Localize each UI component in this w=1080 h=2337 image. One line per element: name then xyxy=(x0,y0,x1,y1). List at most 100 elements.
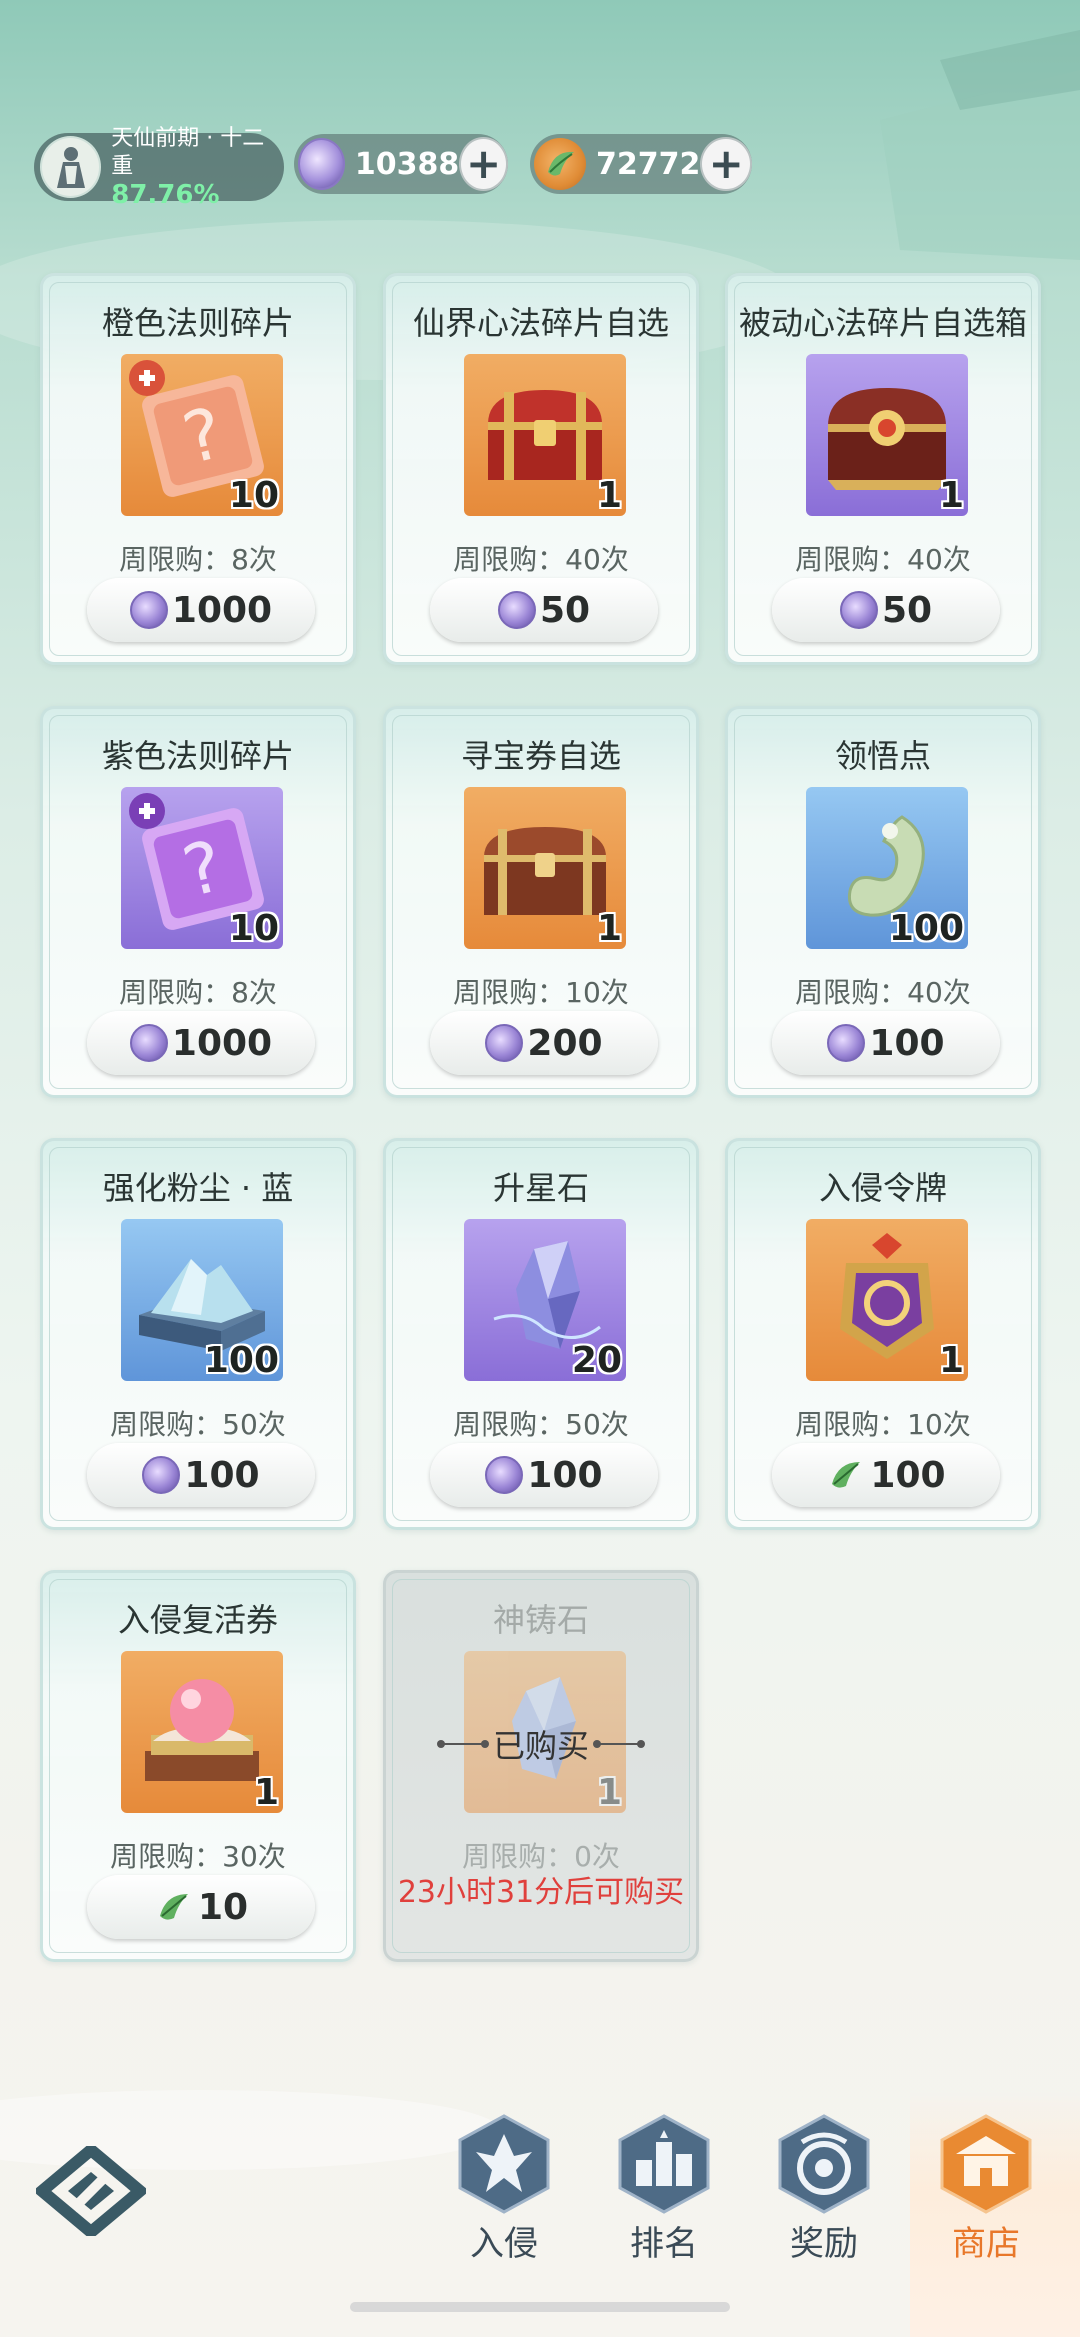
item-count: 10 xyxy=(228,475,279,516)
nav-reward[interactable]: 奖励 xyxy=(764,2112,884,2265)
nav-label: 入侵 xyxy=(470,2224,538,2264)
gem-amount: 10388 xyxy=(354,146,460,182)
menu-toggle-icon[interactable] xyxy=(32,2142,150,2240)
shop-item-card[interactable]: 寻宝券自选 1 周限购：10次 200 xyxy=(383,706,699,1098)
weekly-limit: 周限购：50次 xyxy=(453,1408,629,1441)
item-name: 橙色法则碎片 xyxy=(101,304,294,342)
add-gem-button[interactable]: + xyxy=(459,137,508,191)
shop-item-card[interactable]: 入侵令牌 1 周限购：10次 100 xyxy=(725,1138,1041,1530)
item-count: 1 xyxy=(596,475,622,516)
reward-icon xyxy=(772,2112,876,2216)
buy-button[interactable]: 1000 xyxy=(87,1011,315,1075)
buy-button[interactable]: 1000 xyxy=(87,578,315,642)
invasion-icon xyxy=(452,2112,556,2216)
sold-out-text: 已购买 xyxy=(492,1727,589,1765)
add-leaf-button[interactable]: + xyxy=(700,137,752,191)
buy-button[interactable]: 100 xyxy=(772,1443,1000,1507)
jade-pendant-icon: 100 xyxy=(806,787,968,949)
weekly-limit: 周限购：40次 xyxy=(795,976,971,1009)
nav-invasion[interactable]: 入侵 xyxy=(444,2112,564,2265)
price-value: 1000 xyxy=(171,1022,273,1064)
shop-item-card[interactable]: 领悟点 100 周限购：40次 100 xyxy=(725,706,1041,1098)
price-value: 100 xyxy=(870,1454,946,1496)
spirit-gem-icon xyxy=(485,1456,524,1494)
item-name: 紫色法则碎片 xyxy=(101,737,294,775)
spirit-gem-icon xyxy=(485,1024,524,1062)
realm-badge[interactable]: 天仙前期 · 十二重 87.76% xyxy=(34,126,284,209)
restock-timer: 23小时31分后可购买 xyxy=(397,1875,685,1910)
item-count: 10 xyxy=(228,908,279,949)
shop-icon xyxy=(934,2112,1038,2216)
weekly-limit: 周限购：0次 xyxy=(462,1840,620,1873)
shop-item-card[interactable]: 仙界心法碎片自选 1 周限购：40次 50 xyxy=(383,273,699,665)
home-indicator xyxy=(350,2302,730,2312)
realm-progress: 87.76% xyxy=(111,180,220,210)
spirit-gem-icon xyxy=(839,591,878,629)
weekly-limit: 周限购：10次 xyxy=(795,1408,971,1441)
buy-button[interactable]: 10 xyxy=(87,1875,315,1939)
nav-label: 奖励 xyxy=(790,2224,858,2264)
buy-button[interactable]: 50 xyxy=(772,578,1000,642)
dust-box-icon: 100 xyxy=(121,1219,283,1381)
price-value: 200 xyxy=(527,1022,603,1064)
item-name: 神铸石 xyxy=(492,1601,589,1639)
buy-button[interactable]: 100 xyxy=(430,1443,658,1507)
sold-line-right xyxy=(593,1740,645,1748)
item-count: 1 xyxy=(596,908,622,949)
spirit-gem-icon xyxy=(497,591,536,629)
revive-orb-icon: 1 xyxy=(121,1651,283,1813)
item-name: 寻宝券自选 xyxy=(460,737,621,775)
weekly-limit: 周限购：8次 xyxy=(119,543,277,576)
shop-item-card[interactable]: 入侵复活券 1 周限购：30次 10 xyxy=(40,1570,356,1962)
wooden-chest-icon: 1 xyxy=(464,787,626,949)
gem-currency: 10388 + xyxy=(294,134,508,194)
item-count: 1 xyxy=(253,1772,279,1813)
buy-button[interactable]: 200 xyxy=(430,1011,658,1075)
jade-leaf-icon xyxy=(534,138,586,190)
shop-item-card[interactable]: 升星石 20 周限购：50次 100 xyxy=(383,1138,699,1530)
weekly-limit: 周限购：30次 xyxy=(110,1840,286,1873)
nav-label: 商店 xyxy=(952,2224,1020,2264)
sold-line-left xyxy=(436,1740,489,1748)
nav-ranking[interactable]: 排名 xyxy=(604,2112,724,2265)
weekly-limit: 周限购：8次 xyxy=(119,976,277,1009)
weekly-limit: 周限购：50次 xyxy=(110,1408,286,1441)
red-treasure-chest-icon: 1 xyxy=(464,354,626,516)
shop-item-card[interactable]: 被动心法碎片自选箱 1 周限购：40次 50 xyxy=(725,273,1041,665)
nav-shop[interactable]: 商店 xyxy=(926,2112,1046,2265)
jade-leaf-icon xyxy=(832,1462,861,1488)
shop-item-card[interactable]: 紫色法则碎片 ? 10 周限购：8次 1000 xyxy=(40,706,356,1098)
ranking-icon xyxy=(612,2112,716,2216)
item-count: 1 xyxy=(938,475,964,516)
nav-label: 排名 xyxy=(630,2224,698,2264)
buy-button[interactable]: 50 xyxy=(430,578,658,642)
weekly-limit: 周限购：40次 xyxy=(795,543,971,576)
price-value: 50 xyxy=(539,589,591,631)
shop-item-card-sold[interactable]: 神铸石 1 已购买 周限购：0次 23小时31分后可购买 xyxy=(383,1570,699,1962)
buy-button[interactable]: 100 xyxy=(772,1011,1000,1075)
price-value: 10 xyxy=(197,1886,249,1928)
item-count: 1 xyxy=(938,1340,964,1381)
shop-item-card[interactable]: 橙色法则碎片 ? 10 周限购：8次 1000 xyxy=(40,273,356,665)
price-value: 1000 xyxy=(171,589,273,631)
item-name: 仙界心法碎片自选 xyxy=(412,304,669,342)
item-count: 100 xyxy=(203,1340,279,1381)
item-count: 100 xyxy=(888,908,964,949)
price-value: 50 xyxy=(881,589,933,631)
weekly-limit: 周限购：10次 xyxy=(453,976,629,1009)
buy-button[interactable]: 100 xyxy=(87,1443,315,1507)
leaf-amount: 72772 xyxy=(596,146,701,182)
status-bar: 天仙前期 · 十二重 87.76% xyxy=(34,126,284,209)
item-count: 1 xyxy=(596,1772,622,1813)
spirit-gem-icon xyxy=(298,138,345,190)
jade-leaf-icon xyxy=(159,1894,188,1920)
star-crystal-icon: 20 xyxy=(464,1219,626,1381)
price-value: 100 xyxy=(527,1454,603,1496)
ornate-chest-icon: 1 xyxy=(806,354,968,516)
shop-item-card[interactable]: 强化粉尘 · 蓝 100 周限购：50次 100 xyxy=(40,1138,356,1530)
item-name: 入侵复活券 xyxy=(117,1601,278,1639)
spirit-gem-icon xyxy=(129,1024,168,1062)
weekly-limit: 周限购：40次 xyxy=(453,543,629,576)
item-count: 20 xyxy=(571,1340,622,1381)
purple-rule-fragment-icon: ? 10 xyxy=(121,787,283,949)
